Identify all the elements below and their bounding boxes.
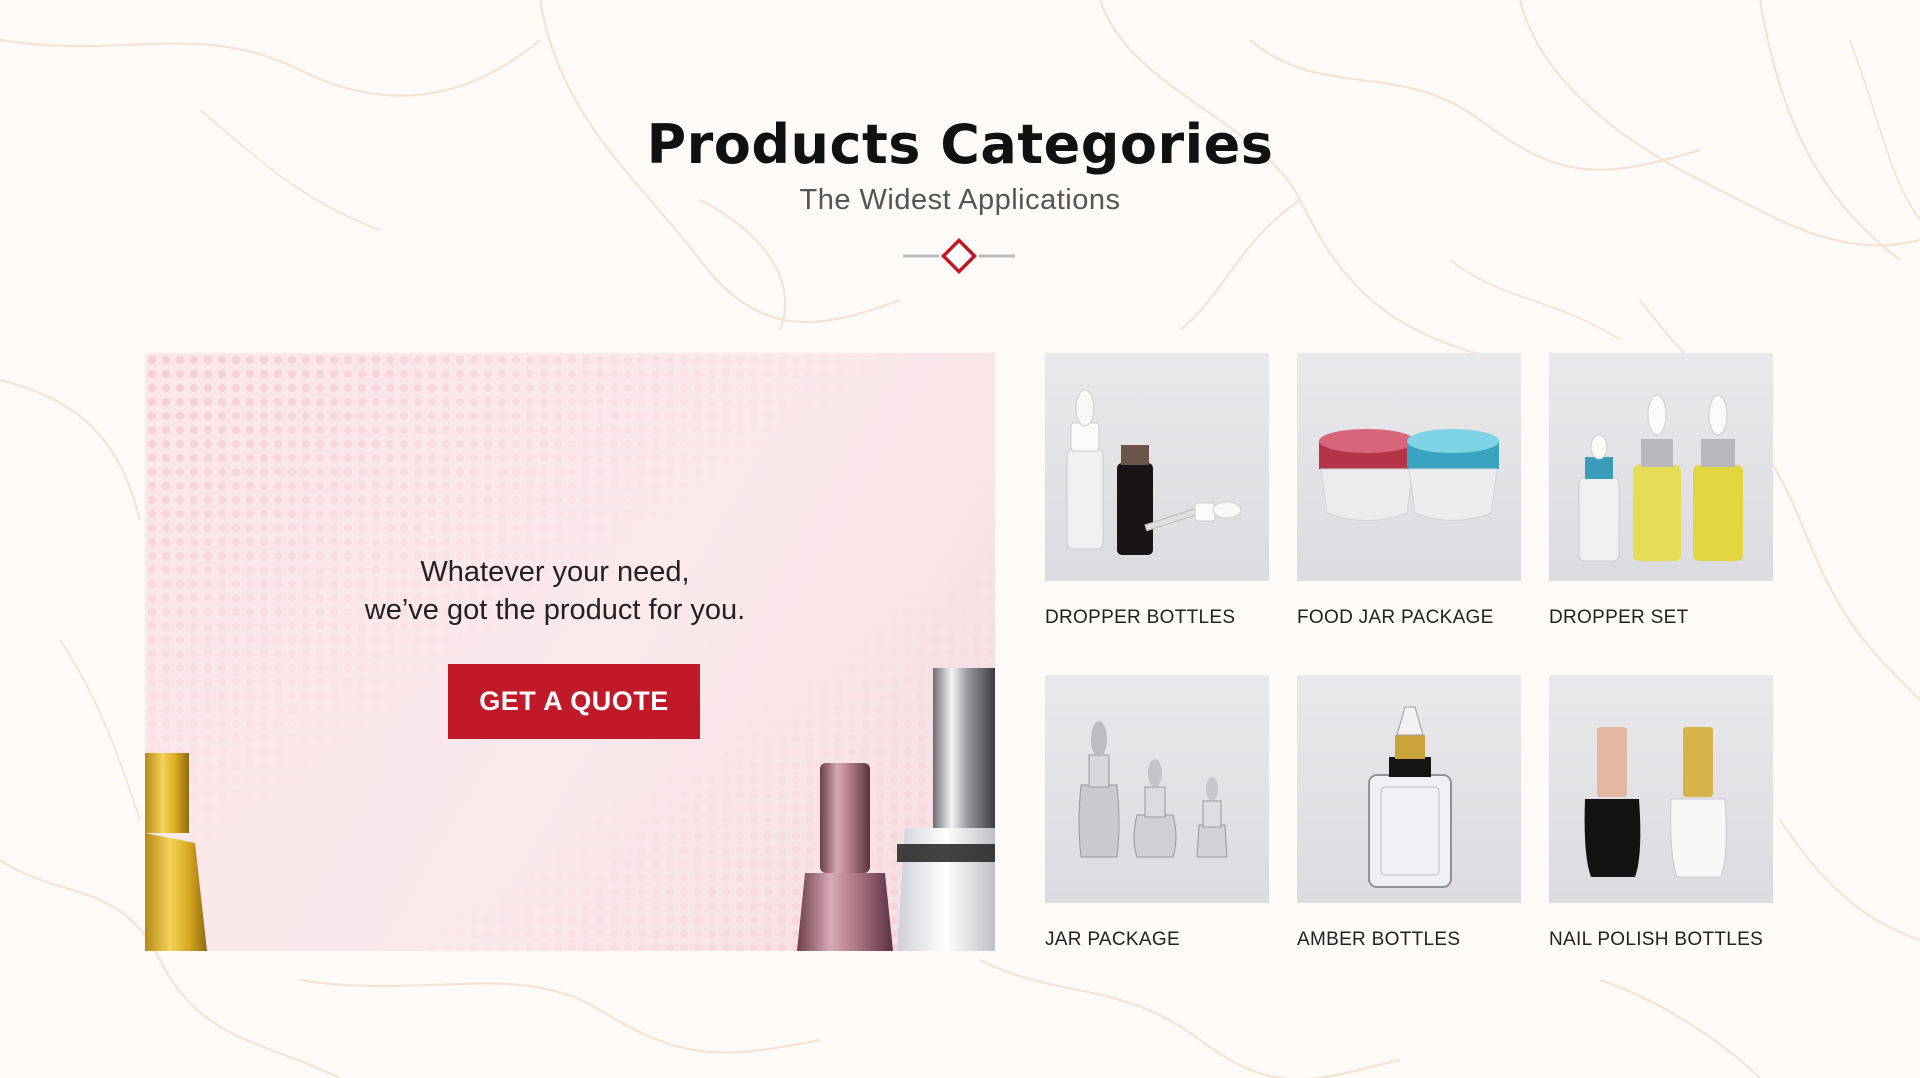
amber-bottles-image [1297,675,1521,903]
category-label: JAR PACKAGE [1045,929,1180,950]
category-label: AMBER BOTTLES [1297,929,1461,950]
category-label: NAIL POLISH BOTTLES [1549,929,1764,950]
page-subtitle: The Widest Applications [799,184,1121,216]
nail-polish-bottles-image [1549,675,1773,903]
section-heading: Products Categories The Widest Applicati… [0,108,1920,217]
promo-line-1: Whatever your need, [420,556,690,588]
promo-banner: Whatever your need, we’ve got the produc… [145,353,995,951]
nail-polish-bottles-illustration [145,668,995,951]
category-label: DROPPER SET [1549,607,1689,628]
category-card-dropper-set[interactable]: DROPPER SET [1549,353,1773,629]
food-jar-package-image [1297,353,1521,581]
promo-line-2: we’ve got the product for you. [364,594,746,626]
dropper-bottles-image [1045,353,1269,581]
jar-package-image [1045,675,1269,903]
category-label: DROPPER BOTTLES [1045,607,1236,628]
diamond-divider-icon [903,238,1015,274]
get-a-quote-button[interactable]: GET A QUOTE [448,664,700,739]
category-card-food-jar-package[interactable]: FOOD JAR PACKAGE [1297,353,1521,629]
promo-message: Whatever your need, we’ve got the produc… [305,553,805,629]
category-card-amber-bottles[interactable]: AMBER BOTTLES [1297,675,1521,951]
category-card-nail-polish-bottles[interactable]: NAIL POLISH BOTTLES [1549,675,1773,951]
page-title: Products Categories [646,113,1274,176]
category-card-jar-package[interactable]: JAR PACKAGE [1045,675,1269,951]
category-card-dropper-bottles[interactable]: DROPPER BOTTLES [1045,353,1269,629]
category-label: FOOD JAR PACKAGE [1297,607,1494,628]
dropper-set-image [1549,353,1773,581]
